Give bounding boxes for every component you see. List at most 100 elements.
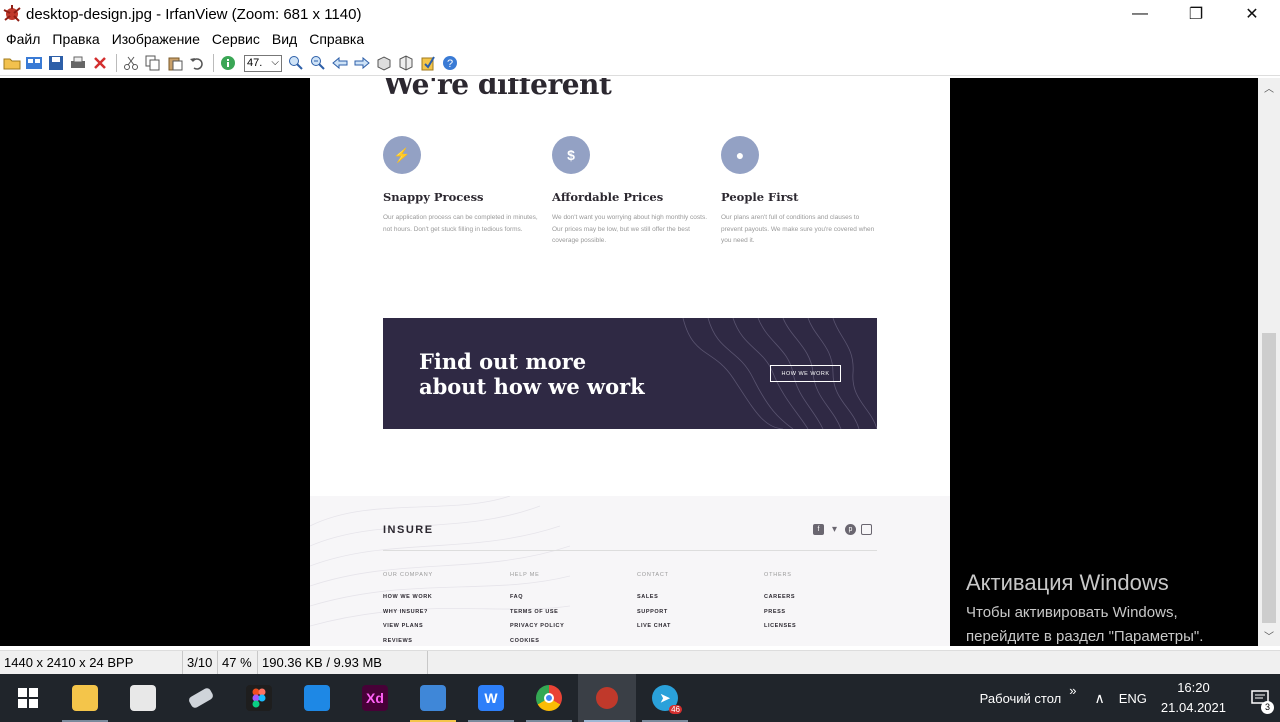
system-tray: Рабочий стол » ∧ ENG 16:20 21.04.2021 3 xyxy=(980,674,1280,722)
watermark-text: Чтобы активировать Windows, перейдите в … xyxy=(966,601,1203,649)
show-hidden-icons-icon[interactable]: ∧ xyxy=(1095,690,1105,707)
maximize-button[interactable]: ❐ xyxy=(1168,0,1224,28)
windows-taskbar: Xd W ➤ 46 Рабочий стол » ∧ ENG 16:20 21.… xyxy=(0,674,1280,722)
menu-edit[interactable]: Правка xyxy=(46,31,105,47)
copy-icon[interactable] xyxy=(143,53,163,73)
previous-icon[interactable] xyxy=(330,53,350,73)
delete-icon[interactable] xyxy=(90,53,110,73)
feature-title: Snappy Process xyxy=(383,190,484,204)
menu-help[interactable]: Справка xyxy=(303,31,370,47)
chevron-right-icon[interactable]: » xyxy=(1069,683,1076,698)
taskbar-file-manager[interactable] xyxy=(404,674,462,722)
footer-column-heading: HELP ME xyxy=(510,572,540,578)
taskbar-wps-writer[interactable]: W xyxy=(462,674,520,722)
scroll-down-icon[interactable]: ﹀ xyxy=(1258,628,1280,644)
taskbar-file-explorer[interactable] xyxy=(56,674,114,722)
menu-file[interactable]: Файл xyxy=(0,31,46,47)
feature-description: Our plans aren't full of conditions and … xyxy=(721,214,875,244)
taskbar-store[interactable] xyxy=(114,674,172,722)
menu-image[interactable]: Изображение xyxy=(106,31,206,47)
start-button[interactable] xyxy=(0,674,56,722)
feature-card: ⚡ Snappy Process Our application process… xyxy=(383,136,543,235)
open-icon[interactable] xyxy=(2,53,22,73)
info-icon[interactable] xyxy=(218,53,238,73)
taskbar-irfanview[interactable] xyxy=(578,674,636,722)
taskbar-telegram[interactable]: ➤ 46 xyxy=(636,674,694,722)
zoom-out-icon[interactable] xyxy=(308,53,328,73)
how-we-work-button: HOW WE WORK xyxy=(770,365,841,382)
thumbnails-icon[interactable] xyxy=(24,53,44,73)
irfanview-app-icon[interactable] xyxy=(2,4,22,24)
watermark-line-1: Чтобы активировать Windows, xyxy=(966,604,1178,621)
next-icon[interactable] xyxy=(352,53,372,73)
status-index: 3/10 xyxy=(183,650,218,675)
edit-icon[interactable] xyxy=(418,53,438,73)
feature-description: Our application process can be completed… xyxy=(383,214,538,233)
person-icon: ● xyxy=(721,136,759,174)
vertical-scrollbar[interactable]: ︿ ﹀ xyxy=(1258,78,1280,646)
figma-icon xyxy=(246,685,272,711)
menu-options[interactable]: Сервис xyxy=(206,31,266,47)
footer-column-heading: CONTACT xyxy=(637,572,669,578)
footer-link: LIVE CHAT xyxy=(637,623,672,629)
footer-link: VIEW PLANS xyxy=(383,623,424,629)
help-icon[interactable]: ? xyxy=(440,53,460,73)
vscode-icon xyxy=(304,685,330,711)
cut-icon[interactable] xyxy=(121,53,141,73)
slideshow-icon[interactable] xyxy=(374,53,394,73)
feature-title: People First xyxy=(721,190,799,204)
zoom-in-icon[interactable] xyxy=(286,53,306,73)
clock[interactable]: 16:20 21.04.2021 xyxy=(1161,678,1226,718)
cta-line-1: Find out more xyxy=(419,349,587,374)
adobe-xd-icon: Xd xyxy=(362,685,388,711)
toolbar: 47. ⌵ ? xyxy=(0,51,1280,76)
notifications-icon[interactable]: 3 xyxy=(1240,674,1280,722)
footer-link: HOW WE WORK xyxy=(383,594,433,600)
taskbar-vscode[interactable] xyxy=(288,674,346,722)
image-footer: INSURE f ▾ p OUR COMPANY HOW WE WORK WHY… xyxy=(310,496,950,646)
taskbar-chrome[interactable] xyxy=(520,674,578,722)
menu-view[interactable]: Вид xyxy=(266,31,303,47)
facebook-icon: f xyxy=(813,524,824,535)
image-viewer[interactable]: We're different ⚡ Snappy Process Our app… xyxy=(0,78,1258,646)
notification-count: 3 xyxy=(1261,701,1274,714)
footer-link: PRESS xyxy=(764,608,786,615)
menu-bar: Файл Правка Изображение Сервис Вид Справ… xyxy=(0,29,370,49)
zoom-select[interactable]: 47. ⌵ xyxy=(244,54,282,72)
window-title: desktop-design.jpg - IrfanView (Zoom: 68… xyxy=(26,5,362,23)
watermark-title: Активация Windows xyxy=(966,570,1169,595)
settings-icon[interactable] xyxy=(396,53,416,73)
taskbar-adobe-xd[interactable]: Xd xyxy=(346,674,404,722)
taskbar-figma[interactable] xyxy=(230,674,288,722)
footer-link: LICENSES xyxy=(764,623,797,629)
chevron-down-icon: ⌵ xyxy=(271,56,279,68)
store-icon xyxy=(130,685,156,711)
taskbar-eraser[interactable] xyxy=(172,674,230,722)
desktop-toolbar-label[interactable]: Рабочий стол xyxy=(980,691,1062,706)
dollar-icon: $ xyxy=(552,136,590,174)
save-icon[interactable] xyxy=(46,53,66,73)
insure-logo: INSURE xyxy=(383,524,434,536)
language-indicator[interactable]: ENG xyxy=(1119,691,1147,706)
windows-logo-icon xyxy=(18,688,38,708)
scrollbar-thumb[interactable] xyxy=(1262,333,1276,623)
footer-link: COOKIES xyxy=(510,637,540,644)
pinterest-icon: p xyxy=(845,524,856,535)
close-button[interactable]: ✕ xyxy=(1224,0,1280,28)
social-icons: f ▾ p xyxy=(813,524,872,535)
wps-writer-icon: W xyxy=(478,685,504,711)
instagram-icon xyxy=(861,524,872,535)
cta-line-2: about how we work xyxy=(419,374,645,399)
displayed-image: We're different ⚡ Snappy Process Our app… xyxy=(310,78,950,646)
feature-card: $ Affordable Prices We don't want you wo… xyxy=(552,136,712,247)
telegram-badge: 46 xyxy=(669,705,682,714)
watermark-line-2: перейдите в раздел "Параметры". xyxy=(966,628,1204,645)
print-icon[interactable] xyxy=(68,53,88,73)
paste-icon[interactable] xyxy=(165,53,185,73)
clock-time: 16:20 xyxy=(1177,680,1210,695)
minimize-button[interactable]: — xyxy=(1112,0,1168,28)
svg-text:?: ? xyxy=(447,58,453,70)
undo-icon[interactable] xyxy=(187,53,207,73)
scroll-up-icon[interactable]: ︿ xyxy=(1258,80,1280,96)
windows-activation-watermark: Активация Windows Чтобы активировать Win… xyxy=(966,570,1203,649)
